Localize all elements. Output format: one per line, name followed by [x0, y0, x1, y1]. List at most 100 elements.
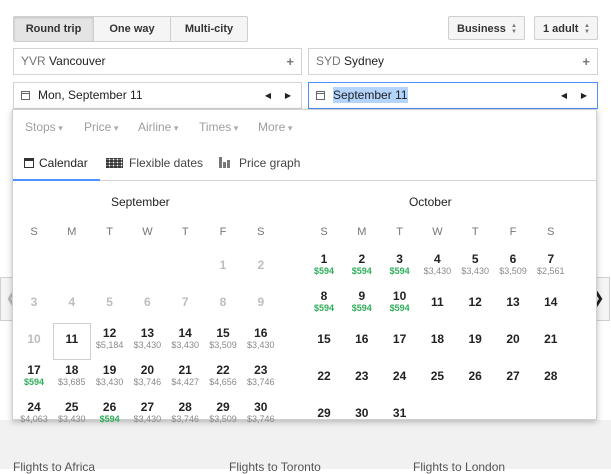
tab-flexible-dates[interactable]: Flexible dates: [106, 148, 203, 179]
return-date-field[interactable]: September 11 ◀ ▶: [308, 82, 598, 109]
add-destination-icon[interactable]: +: [582, 49, 590, 74]
calendar-day[interactable]: 19 $3,430: [91, 364, 129, 388]
calendar-day[interactable]: 14: [532, 296, 570, 309]
calendar-day[interactable]: 11: [418, 296, 456, 309]
calendar-day[interactable]: 21 $4,427: [166, 364, 204, 388]
calendar-day[interactable]: 22: [305, 370, 343, 383]
day-price: $3,509: [209, 340, 237, 350]
calendar-day[interactable]: 5 $3,430: [456, 253, 494, 277]
cabin-select[interactable]: Business ▲ ▼: [448, 16, 525, 40]
calendar-day[interactable]: 9 $594: [343, 290, 381, 314]
day-number: 20: [506, 332, 520, 346]
next-date-icon[interactable]: ▶: [581, 83, 587, 108]
calendar-day[interactable]: 28 $3,746: [166, 401, 204, 425]
calendar-day[interactable]: 29 $3,509: [204, 401, 242, 425]
calendar-day[interactable]: 7 $2,561: [532, 253, 570, 277]
filter-stops[interactable]: Stops: [25, 120, 63, 134]
calendar-day: 7: [166, 296, 204, 309]
return-date-value[interactable]: September 11: [333, 87, 408, 103]
calendar-day[interactable]: 16 $3,430: [242, 327, 280, 351]
prev-date-icon[interactable]: ◀: [265, 83, 271, 108]
calendar-day[interactable]: 30 $3,746: [242, 401, 280, 425]
filter-more[interactable]: More: [258, 120, 292, 134]
add-origin-icon[interactable]: +: [286, 49, 294, 74]
calendar-day[interactable]: 27: [494, 370, 532, 383]
date-picker-panel: Stops Price Airline Times More Calendar …: [12, 109, 597, 424]
tab-price-graph[interactable]: Price graph: [219, 148, 300, 179]
calendar-day[interactable]: 29: [305, 407, 343, 420]
calendar-day[interactable]: 16: [343, 333, 381, 346]
calendar-day[interactable]: 12 $5,184: [91, 326, 129, 351]
calendar-day[interactable]: 12: [456, 296, 494, 309]
calendar-day[interactable]: 26 $594: [91, 401, 129, 425]
weekday-header: F: [509, 226, 517, 238]
passenger-select[interactable]: 1 adult ▲ ▼: [534, 16, 598, 40]
day-number: 24: [27, 400, 41, 414]
calendar-day[interactable]: 23 $3,746: [242, 364, 280, 388]
calendar-day[interactable]: 15 $3,509: [204, 326, 242, 351]
calendar-day[interactable]: 25 $3,430: [53, 401, 91, 425]
destination-field[interactable]: SYD Sydney +: [308, 48, 598, 75]
calendar-day[interactable]: 8 $594: [305, 290, 343, 314]
footer-link-toronto[interactable]: Flights to Toronto: [229, 460, 321, 474]
calendar-day[interactable]: 13 $3,430: [128, 327, 166, 351]
depart-date-field[interactable]: Mon, September 11 ◀ ▶: [13, 82, 302, 109]
calendar-day[interactable]: 13: [494, 296, 532, 309]
calendar-day[interactable]: 10 $594: [381, 289, 419, 314]
day-number: 10: [392, 289, 407, 303]
prev-date-icon[interactable]: ◀: [561, 83, 567, 108]
calendar-day[interactable]: 28: [532, 370, 570, 383]
day-number: 16: [355, 332, 369, 346]
calendar-day[interactable]: 18: [418, 333, 456, 346]
one-way-button[interactable]: One way: [94, 17, 171, 41]
calendar-day[interactable]: 17 $594: [15, 364, 53, 388]
month-title: September: [110, 195, 170, 209]
filter-airline[interactable]: Airline: [138, 120, 178, 134]
day-price: $2,561: [537, 266, 565, 276]
filter-times[interactable]: Times: [199, 120, 238, 134]
calendar-day[interactable]: 14 $3,430: [166, 327, 204, 351]
origin-field[interactable]: YVR Vancouver +: [13, 48, 302, 75]
calendar-day[interactable]: 20 $3,746: [128, 363, 166, 388]
day-number: 4: [434, 252, 441, 266]
calendar-day[interactable]: 17: [381, 333, 419, 346]
footer-link-africa[interactable]: Flights to Africa: [13, 460, 95, 474]
updown-arrows-icon: ▲ ▼: [584, 23, 590, 35]
next-date-icon[interactable]: ▶: [285, 83, 291, 108]
calendar-day[interactable]: 15: [305, 333, 343, 346]
calendar-day[interactable]: 18 $3,685: [53, 364, 91, 388]
calendar-day[interactable]: 21: [532, 333, 570, 346]
calendar-day[interactable]: 19: [456, 333, 494, 346]
calendar-day[interactable]: 26: [456, 370, 494, 383]
calendar-day[interactable]: 6 $3,509: [494, 253, 532, 277]
day-price: $4,427: [171, 377, 199, 387]
calendar-day[interactable]: 4 $3,430: [418, 252, 456, 277]
calendar-day[interactable]: 24: [381, 370, 419, 383]
tab-calendar[interactable]: Calendar: [13, 148, 100, 181]
day-number: 1: [219, 258, 227, 272]
calendar-day[interactable]: 24 $4,063: [15, 400, 53, 425]
calendar-day[interactable]: 3 $594: [381, 253, 419, 277]
destination-city: Sydney: [344, 54, 385, 68]
day-number: 20: [140, 363, 155, 377]
day-number: 26: [468, 369, 482, 383]
calendar-day[interactable]: 27 $3,430: [128, 401, 166, 425]
footer-link-london[interactable]: Flights to London: [413, 460, 505, 474]
calendar-day[interactable]: 31: [381, 407, 419, 420]
calendar-day[interactable]: 2 $594: [343, 253, 381, 277]
calendar-day: 8: [204, 296, 242, 309]
calendar-day[interactable]: 22 $4,656: [204, 364, 242, 388]
calendar-day[interactable]: 23: [343, 370, 381, 383]
calendar-day[interactable]: 1 $594: [305, 253, 343, 277]
day-number: 15: [216, 326, 230, 340]
round-trip-button[interactable]: Round trip: [14, 17, 94, 41]
calendar-day[interactable]: 20: [494, 333, 532, 346]
calendar-day[interactable]: 11: [53, 333, 91, 346]
day-price: $3,746: [247, 377, 275, 387]
multi-city-button[interactable]: Multi-city: [171, 17, 247, 41]
calendar-day[interactable]: 30: [343, 407, 381, 420]
calendar-day[interactable]: 25: [418, 370, 456, 383]
day-number: 14: [544, 295, 558, 309]
filter-price[interactable]: Price: [84, 120, 118, 134]
day-number: 12: [102, 326, 117, 340]
